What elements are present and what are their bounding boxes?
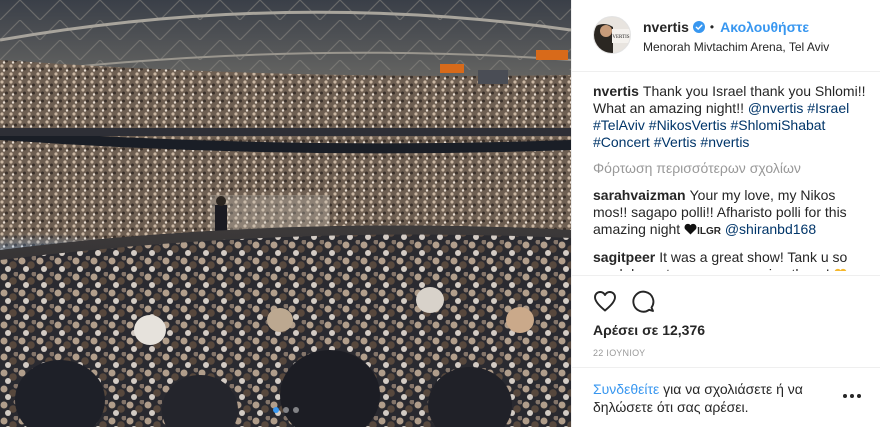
yellow-heart-icon [834,268,846,271]
post-side-panel: VERTIS nvertis • Ακολουθήστε Menorah Miv… [571,0,880,427]
carousel-indicator [0,407,571,413]
post-date[interactable]: 22 ΙΟΥΝΙΟΥ [593,348,645,358]
comment-username[interactable]: sarahvaizman [593,187,686,203]
post-photo[interactable] [0,0,571,427]
login-link[interactable]: Συνδεθείτε [593,381,659,397]
hashtag-link[interactable]: #Israel [807,100,849,116]
comment-item: sarahvaizman Your my love, my Nikos mos!!… [593,187,868,240]
hashtag-link[interactable]: #ShlomiShabat [730,117,825,133]
black-heart-icon [684,223,697,235]
likes-count[interactable]: Αρέσει σε 12,376 [593,322,705,338]
avatar[interactable]: VERTIS [593,16,631,54]
header-text: nvertis • Ακολουθήστε Menorah Mivtachim … [643,18,873,54]
actions-section: Αρέσει σε 12,376 22 ΙΟΥΝΙΟΥ [572,275,880,375]
load-more-comments-link[interactable]: Φόρτωση περισσότερων σχολίων [593,160,868,177]
heart-icon[interactable] [592,288,618,314]
comment-item: sagitpeer It was a great show! Tank u so … [593,249,868,271]
concert-arena-image [0,0,571,427]
login-prompt: Συνδεθείτε για να σχολιάσετε ή να δηλώσε… [593,380,823,416]
login-prompt-bar: Συνδεθείτε για να σχολιάσετε ή να δηλώσε… [572,367,880,427]
verified-badge-icon [692,21,705,33]
comment-icon[interactable] [630,288,656,314]
hashtag-link[interactable]: @nvertis [748,100,803,116]
caption: nvertis Thank you Israel thank you Shlomi… [593,83,868,151]
comments-list: nvertis Thank you Israel thank you Shlomi… [593,83,868,271]
hashtag-link[interactable]: #Concert [593,134,650,150]
avatar-logo-text: VERTIS [612,35,629,40]
caption-username[interactable]: nvertis [593,83,639,99]
carousel-dot-1 [272,407,279,413]
carousel-dot-2 [282,407,289,413]
comment-username[interactable]: sagitpeer [593,249,655,265]
post-header: VERTIS nvertis • Ακολουθήστε Menorah Miv… [572,0,880,72]
hashtag-link[interactable]: #Vertis [654,134,697,150]
hashtag-link[interactable]: #nvertis [700,134,749,150]
follow-button[interactable]: Ακολουθήστε [720,19,809,35]
mention-link[interactable]: @shiranbd168 [725,221,816,237]
carousel-dot-3 [292,407,299,413]
author-username[interactable]: nvertis [643,19,689,35]
header-separator: • [709,20,715,34]
location-link[interactable]: Menorah Mivtachim Arena, Tel Aviv [643,40,873,54]
avatar-image: VERTIS [594,17,630,53]
hashtag-link[interactable]: #NikosVertis [649,117,727,133]
instagram-post: VERTIS nvertis • Ακολουθήστε Menorah Miv… [0,0,880,427]
comment-flag-text: ILGR [697,226,721,237]
header-row: nvertis • Ακολουθήστε [643,18,873,36]
more-options-icon[interactable] [843,394,861,400]
hashtag-link[interactable]: #TelAviv [593,117,645,133]
